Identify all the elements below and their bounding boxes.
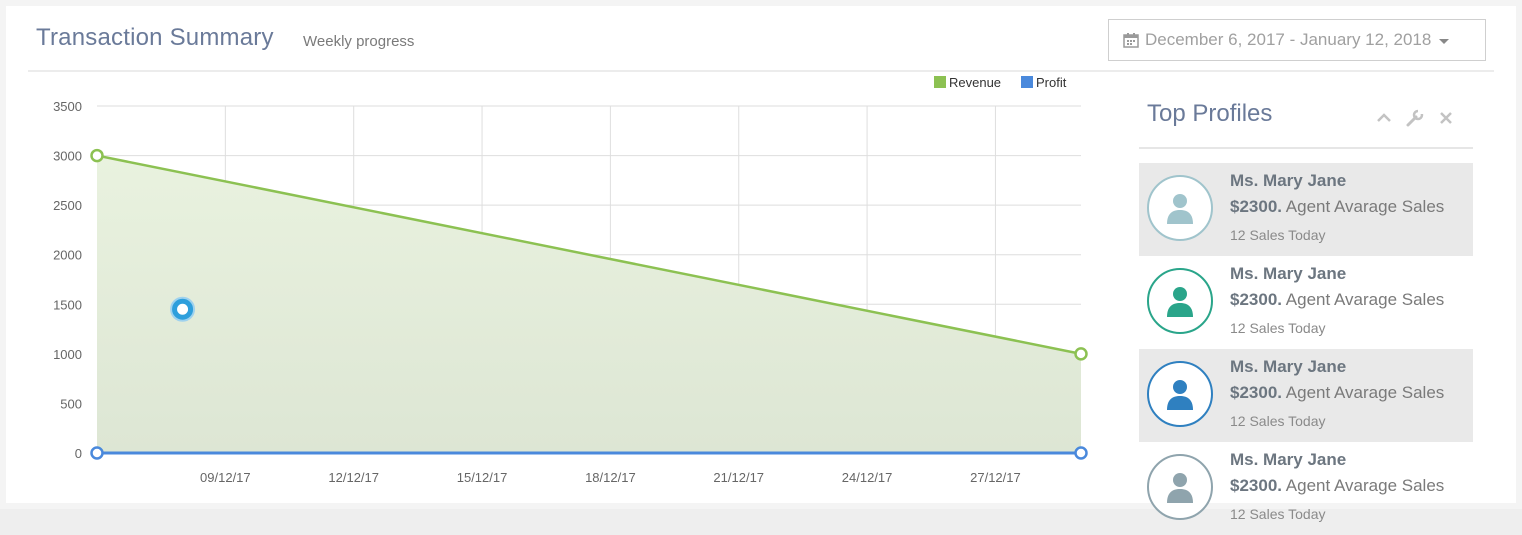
x-tick-label: 27/12/17 — [970, 470, 1021, 485]
close-icon[interactable] — [1436, 108, 1456, 128]
panel-title: Transaction Summary — [36, 24, 274, 51]
calendar-icon — [1123, 33, 1139, 48]
avatar — [1147, 268, 1213, 334]
legend-profit-label: Profit — [1036, 75, 1067, 90]
x-tick-label: 09/12/17 — [200, 470, 251, 485]
profit-point — [1074, 446, 1088, 460]
date-range-picker[interactable]: December 6, 2017 - January 12, 2018 — [1108, 19, 1486, 61]
y-tick-label: 1000 — [53, 347, 82, 362]
y-tick-label: 3500 — [53, 99, 82, 114]
y-tick-label: 2500 — [53, 198, 82, 213]
y-tick-label: 2000 — [53, 248, 82, 263]
profile-amount: $2300. — [1230, 476, 1282, 495]
x-tick-label: 12/12/17 — [328, 470, 379, 485]
top-profiles-tools — [1374, 108, 1456, 128]
profile-item[interactable]: Ms. Mary Jane $2300. Agent Avarage Sales… — [1139, 256, 1473, 349]
profile-sales-label: Agent Avarage Sales — [1285, 476, 1445, 495]
profile-item[interactable]: Ms. Mary Jane $2300. Agent Avarage Sales… — [1139, 163, 1473, 256]
top-profiles-title: Top Profiles — [1147, 100, 1273, 127]
x-tick-label: 21/12/17 — [713, 470, 764, 485]
profile-amount: $2300. — [1230, 197, 1282, 216]
profile-item[interactable]: Ms. Mary Jane $2300. Agent Avarage Sales… — [1139, 349, 1473, 442]
y-tick-label: 0 — [75, 446, 82, 461]
wrench-icon[interactable] — [1405, 108, 1425, 128]
profile-amount: $2300. — [1230, 383, 1282, 402]
top-profiles-divider — [1139, 147, 1473, 149]
profile-sales: $2300. Agent Avarage Sales — [1230, 383, 1444, 403]
caret-down-icon — [1439, 38, 1450, 44]
transaction-chart: 0 500 1000 1500 2000 2500 3000 3500 09/12/17 12/1… — [53, 75, 1088, 485]
transaction-summary-panel: Transaction Summary Weekly progress Dece… — [0, 0, 1522, 522]
profile-sales-today: 12 Sales Today — [1230, 413, 1326, 429]
legend-revenue-label: Revenue — [949, 75, 1001, 90]
profile-sales-today: 12 Sales Today — [1230, 227, 1326, 243]
avatar — [1147, 361, 1213, 427]
profile-sales: $2300. Agent Avarage Sales — [1230, 476, 1444, 496]
profile-sales-today: 12 Sales Today — [1230, 506, 1326, 522]
avatar — [1147, 175, 1213, 241]
top-profiles-list: Ms. Mary Jane $2300. Agent Avarage Sales… — [1139, 163, 1473, 535]
x-tick-label: 15/12/17 — [457, 470, 508, 485]
x-tick-label: 24/12/17 — [842, 470, 893, 485]
avatar — [1147, 454, 1213, 520]
date-range-text: December 6, 2017 - January 12, 2018 — [1145, 30, 1432, 49]
profile-sales-label: Agent Avarage Sales — [1285, 383, 1445, 402]
profile-sales-label: Agent Avarage Sales — [1285, 290, 1445, 309]
profile-name: Ms. Mary Jane — [1230, 357, 1347, 376]
profile-sales: $2300. Agent Avarage Sales — [1230, 197, 1444, 217]
user-icon — [1167, 287, 1193, 317]
user-icon — [1167, 380, 1193, 410]
legend-profit-swatch — [1021, 76, 1033, 88]
revenue-point — [90, 148, 104, 163]
profile-sales-label: Agent Avarage Sales — [1285, 197, 1445, 216]
y-tick-label: 3000 — [53, 149, 82, 164]
profile-item[interactable]: Ms. Mary Jane $2300. Agent Avarage Sales… — [1139, 442, 1473, 535]
panel-subtitle: Weekly progress — [303, 33, 415, 50]
profile-name: Ms. Mary Jane — [1230, 450, 1347, 469]
profile-amount: $2300. — [1230, 290, 1282, 309]
profile-name: Ms. Mary Jane — [1230, 264, 1347, 283]
user-icon — [1167, 473, 1193, 503]
profile-sales: $2300. Agent Avarage Sales — [1230, 290, 1444, 310]
profile-sales-today: 12 Sales Today — [1230, 320, 1326, 336]
y-tick-label: 1500 — [53, 297, 82, 312]
y-tick-label: 500 — [60, 396, 82, 411]
revenue-point — [1074, 347, 1088, 361]
user-icon — [1167, 194, 1193, 224]
highlight-point — [172, 298, 194, 320]
chevron-up-icon[interactable] — [1374, 108, 1394, 128]
legend-revenue-swatch — [934, 76, 946, 88]
profile-name: Ms. Mary Jane — [1230, 171, 1347, 190]
x-tick-label: 18/12/17 — [585, 470, 636, 485]
profit-point — [90, 446, 104, 460]
